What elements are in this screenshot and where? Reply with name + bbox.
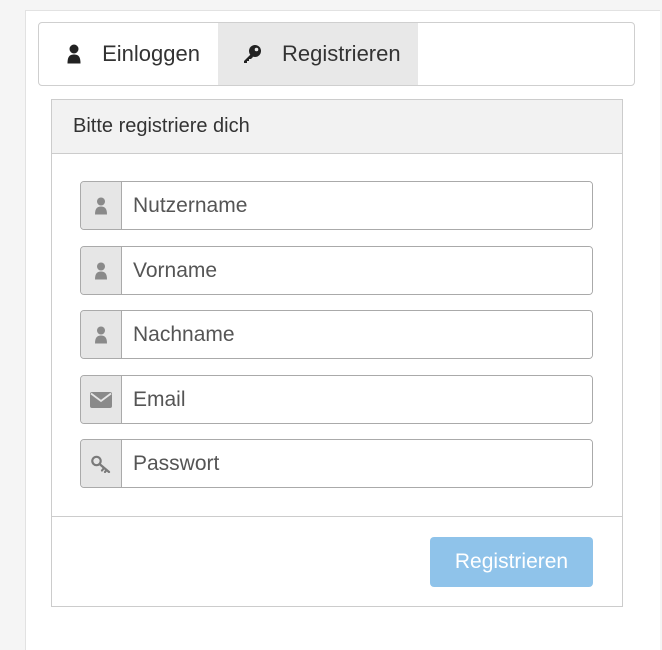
username-group (80, 181, 593, 230)
panel-body (52, 154, 622, 517)
username-input[interactable] (122, 182, 592, 229)
panel-heading: Bitte registriere dich (52, 100, 622, 154)
panel-footer: Registrieren (52, 517, 622, 606)
firstname-input[interactable] (122, 247, 592, 294)
key-icon (81, 440, 122, 487)
tab-register-label: Registrieren (282, 41, 401, 66)
firstname-group (80, 246, 593, 295)
tab-register[interactable]: Registrieren (218, 23, 418, 85)
envelope-icon (81, 376, 122, 423)
tab-login-label: Einloggen (102, 41, 200, 66)
email-input[interactable] (122, 376, 592, 423)
tab-login[interactable]: Einloggen (39, 23, 218, 85)
user-icon (81, 311, 122, 358)
lastname-group (80, 310, 593, 359)
key-icon (242, 43, 262, 65)
register-button[interactable]: Registrieren (430, 537, 593, 587)
user-icon (65, 43, 82, 65)
tab-bar: Einloggen Registrieren (38, 22, 635, 86)
user-icon (81, 182, 122, 229)
lastname-input[interactable] (122, 311, 592, 358)
password-input[interactable] (122, 440, 592, 487)
register-panel: Bitte registriere dich Nutzername Vornam… (51, 99, 623, 607)
user-icon (81, 247, 122, 294)
password-group (80, 439, 593, 488)
email-group (80, 375, 593, 424)
